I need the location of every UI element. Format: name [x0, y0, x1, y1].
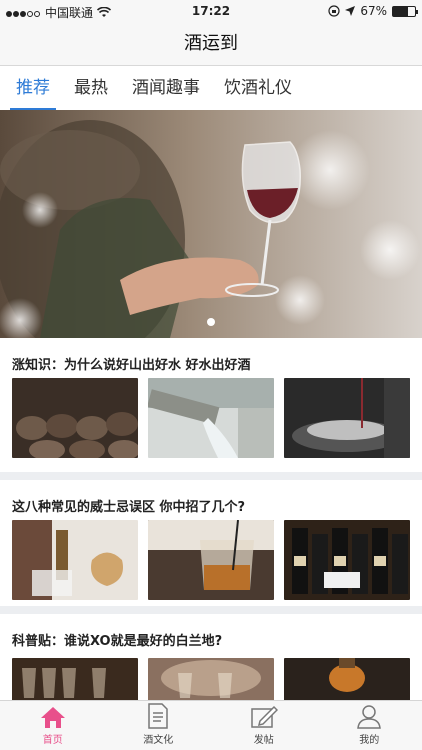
section-divider — [0, 606, 422, 614]
article-thumbnail — [148, 520, 274, 600]
banner-carousel[interactable] — [0, 110, 422, 338]
tab-drinking-etiquette[interactable]: 饮酒礼仪 — [224, 66, 292, 110]
article-card[interactable]: 涨知识：为什么说好山出好水 好水出好酒 — [0, 338, 422, 472]
page-title: 酒运到 — [184, 33, 238, 54]
compose-icon — [251, 705, 278, 728]
status-bar: 中国联通 17:22 67% — [0, 0, 422, 22]
tab-post-label: 发帖 — [253, 735, 274, 746]
battery-icon — [392, 5, 418, 17]
document-icon — [148, 703, 168, 729]
tab-post[interactable]: 发帖 — [211, 701, 317, 750]
tab-recommended[interactable]: 推荐 — [10, 66, 56, 110]
tab-wine-culture-label: 酒文化 — [143, 735, 174, 746]
article-card[interactable]: 科普贴：谁说XO就是最好的白兰地? — [0, 614, 422, 738]
article-title: 科普贴：谁说XO就是最好的白兰地? — [12, 634, 223, 649]
bottom-tab-bar: 首页 酒文化 发帖 我的 — [0, 700, 422, 750]
article-title: 涨知识：为什么说好山出好水 好水出好酒 — [12, 358, 251, 373]
article-thumbnail — [284, 520, 410, 600]
article-thumbnail — [12, 378, 138, 458]
tab-wine-culture[interactable]: 酒文化 — [106, 701, 212, 750]
tab-mine[interactable]: 我的 — [317, 701, 422, 750]
navigation-bar: 酒运到 — [0, 22, 422, 66]
home-icon — [40, 707, 65, 728]
category-tabs: 推荐 最热 酒闻趣事 饮酒礼仪 — [0, 66, 422, 110]
section-divider — [0, 472, 422, 480]
person-icon — [357, 705, 382, 729]
article-thumbnail — [284, 378, 410, 458]
tab-home[interactable]: 首页 — [0, 701, 106, 750]
location-icon — [345, 6, 356, 16]
article-thumbnail — [148, 378, 274, 458]
article-thumbnail — [12, 520, 138, 600]
carousel-indicator[interactable] — [207, 318, 215, 326]
article-title: 这八种常见的威士忌误区 你中招了几个? — [12, 500, 246, 515]
battery-percent: 67% — [360, 4, 387, 18]
article-card[interactable]: 这八种常见的威士忌误区 你中招了几个? — [0, 480, 422, 606]
tab-mine-label: 我的 — [359, 735, 380, 746]
banner-image — [0, 110, 422, 338]
tab-home-label: 首页 — [42, 735, 63, 746]
rotation-lock-icon — [328, 5, 340, 17]
tab-wine-news[interactable]: 酒闻趣事 — [132, 66, 200, 110]
tab-hottest[interactable]: 最热 — [74, 66, 108, 110]
